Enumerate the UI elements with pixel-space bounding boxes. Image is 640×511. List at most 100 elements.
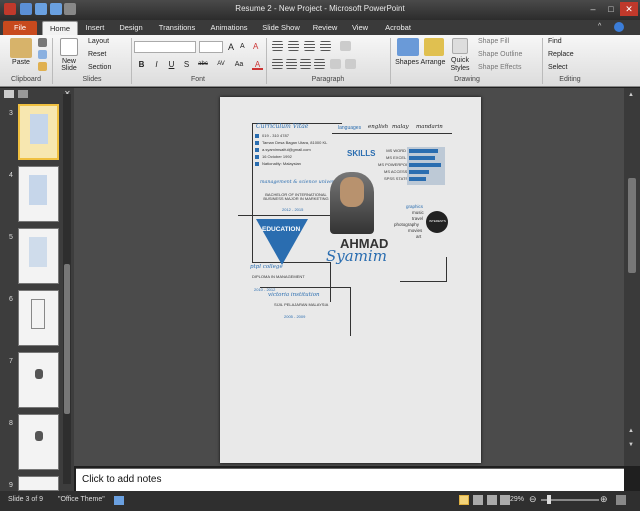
bullets-icon[interactable] [272, 41, 283, 51]
zoom-level[interactable]: 29% [510, 496, 524, 503]
shrink-font-button[interactable]: A [240, 43, 245, 50]
spelling-check-icon[interactable] [114, 496, 124, 505]
replace-button[interactable]: Replace [548, 51, 574, 58]
minimize-ribbon-icon[interactable]: ^ [598, 23, 606, 31]
slideshow-view-icon[interactable] [500, 495, 510, 505]
new-slide-icon[interactable] [60, 38, 78, 56]
slides-tab[interactable] [4, 90, 14, 98]
zoom-in-icon[interactable]: ⊕ [600, 494, 610, 504]
zoom-slider-thumb[interactable] [547, 495, 551, 504]
slide-thumbnail-5[interactable] [18, 228, 59, 284]
quick-styles-icon[interactable] [452, 38, 468, 54]
scrollbar-thumb[interactable] [64, 264, 70, 414]
italic-button[interactable]: I [151, 59, 162, 70]
new-slide-button[interactable]: New Slide [54, 58, 84, 72]
arrange-button[interactable]: Arrange [418, 59, 448, 66]
scrollbar-thumb[interactable] [628, 178, 636, 273]
layout-button[interactable]: Layout [88, 38, 109, 45]
reset-button[interactable]: Reset [88, 51, 106, 58]
help-icon[interactable] [614, 22, 624, 32]
cut-icon[interactable] [38, 38, 47, 47]
find-button[interactable]: Find [548, 38, 562, 45]
school-cert: SIJIL PELAJARAN MALAYSIA [274, 302, 329, 307]
justify-icon[interactable] [314, 59, 325, 69]
align-right-icon[interactable] [300, 59, 311, 69]
normal-view-icon[interactable] [459, 495, 469, 505]
zoom-out-icon[interactable]: ⊖ [529, 494, 539, 504]
tab-animations[interactable]: Animations [205, 21, 253, 35]
slides-group-label: Slides [82, 76, 102, 83]
tab-review[interactable]: Review [308, 21, 342, 35]
clear-formatting-button[interactable]: A [253, 42, 258, 51]
maximize-icon[interactable]: □ [602, 2, 620, 16]
text-direction-icon[interactable] [340, 41, 351, 51]
slide-thumbnail-6[interactable] [18, 290, 59, 346]
cv-title: Curriculum Vitae [256, 123, 309, 130]
format-painter-icon[interactable] [38, 62, 47, 71]
underline-button[interactable]: U [166, 59, 177, 70]
scroll-up-icon[interactable]: ▲ [628, 92, 636, 100]
slide-sorter-icon[interactable] [473, 495, 483, 505]
font-color-button[interactable]: A [252, 59, 263, 70]
font-size-box[interactable] [199, 41, 223, 53]
paste-icon[interactable] [10, 38, 32, 58]
slide-thumbnail-9[interactable] [18, 476, 59, 491]
notes-placeholder[interactable]: Click to add notes [82, 474, 162, 485]
decrease-indent-icon[interactable] [304, 41, 315, 51]
slide[interactable]: Curriculum Vitae 019 - 310 4787 Taman De… [220, 97, 481, 463]
previous-slide-icon[interactable]: ▲ [628, 428, 636, 436]
skill-bar [409, 156, 435, 160]
shadow-button[interactable]: S [181, 59, 192, 70]
increase-indent-icon[interactable] [320, 41, 331, 51]
slide-thumbnail-3[interactable] [18, 104, 59, 160]
thumbnail-number: 5 [9, 234, 13, 241]
tab-acrobat[interactable]: Acrobat [380, 21, 416, 35]
outline-tab[interactable] [18, 90, 28, 98]
tab-file[interactable]: File [3, 21, 37, 35]
languages-label: languages [338, 125, 362, 131]
align-center-icon[interactable] [286, 59, 297, 69]
thumbnails-scrollbar[interactable] [63, 94, 71, 484]
tab-slide-show[interactable]: Slide Show [258, 21, 304, 35]
slide-thumbnail-8[interactable] [18, 414, 59, 470]
close-icon[interactable]: ✕ [620, 2, 638, 16]
tab-view[interactable]: View [346, 21, 374, 35]
minimize-icon[interactable]: – [584, 2, 602, 16]
columns-icon[interactable] [330, 59, 341, 69]
shape-outline-button[interactable]: Shape Outline [478, 51, 522, 58]
align-left-icon[interactable] [272, 59, 283, 69]
shapes-icon[interactable] [397, 38, 419, 56]
tab-home[interactable]: Home [42, 21, 78, 35]
character-spacing-button[interactable]: AV [214, 59, 228, 70]
shape-fill-button[interactable]: Shape Fill [478, 38, 509, 45]
slide-thumbnail-4[interactable] [18, 166, 59, 222]
quick-styles-button[interactable]: Quick Styles [447, 57, 473, 73]
notes-pane[interactable]: Click to add notes [76, 468, 624, 491]
strikethrough-button[interactable]: abc [195, 59, 211, 70]
divider-line [350, 335, 351, 336]
numbering-icon[interactable] [288, 41, 299, 51]
arrange-icon[interactable] [424, 38, 444, 56]
section-button[interactable]: Section [88, 64, 111, 71]
fit-to-window-icon[interactable] [616, 495, 626, 505]
reading-view-icon[interactable] [487, 495, 497, 505]
select-button[interactable]: Select [548, 64, 567, 71]
shape-effects-button[interactable]: Shape Effects [478, 64, 521, 71]
slide-thumbnail-7[interactable] [18, 352, 59, 408]
next-slide-icon[interactable]: ▼ [628, 442, 636, 450]
tab-design[interactable]: Design [114, 21, 148, 35]
divider-line [332, 133, 452, 134]
vertical-scrollbar[interactable]: ▲ ▲ ▼ [624, 88, 640, 466]
thumbnail-number: 8 [9, 420, 13, 427]
grow-font-button[interactable]: A [228, 42, 234, 52]
copy-icon[interactable] [38, 50, 47, 59]
bold-button[interactable]: B [136, 59, 147, 70]
change-case-button[interactable]: Aa [232, 59, 246, 70]
tab-transitions[interactable]: Transitions [153, 21, 201, 35]
smartart-icon[interactable] [345, 59, 356, 69]
thumbnail-preview [35, 369, 43, 379]
font-name-box[interactable] [134, 41, 196, 53]
tab-insert[interactable]: Insert [80, 21, 110, 35]
divider-line [238, 215, 334, 216]
paste-button[interactable]: Paste [6, 59, 36, 66]
